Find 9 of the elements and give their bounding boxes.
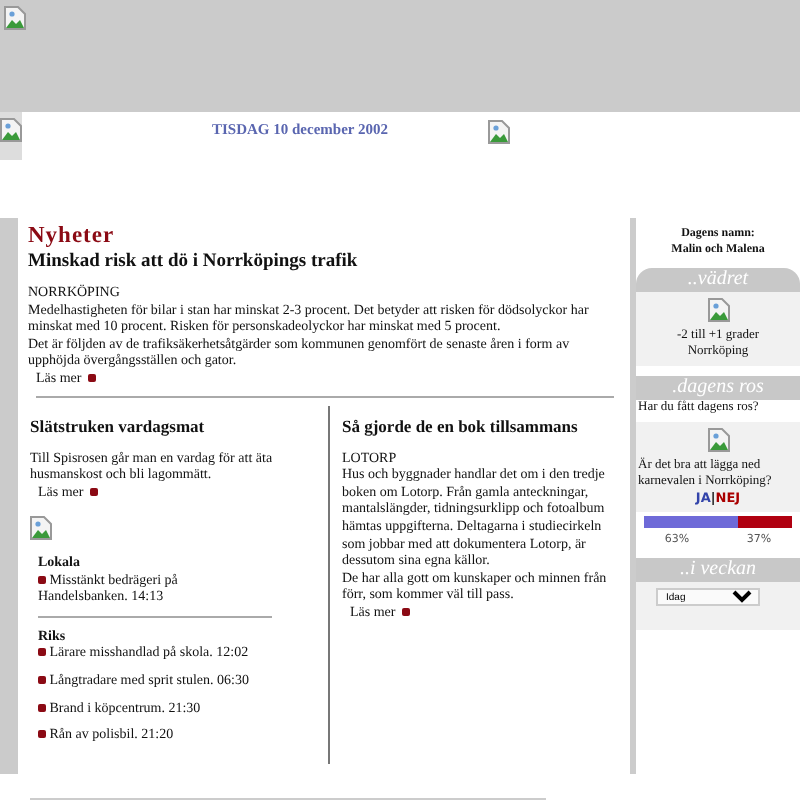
broken-image-icon xyxy=(488,120,510,144)
headline[interactable]: Minskad risk att dö i Norrköpings trafik xyxy=(28,250,622,274)
section-title: Nyheter xyxy=(28,224,117,250)
broken-image-icon xyxy=(707,428,729,452)
headline[interactable]: Slätstruken vardagsmat xyxy=(30,413,312,438)
broken-image-icon xyxy=(4,6,26,30)
headline[interactable]: Så gjorde de en bok tillsammans xyxy=(342,413,614,438)
broken-image-icon xyxy=(30,516,52,541)
broken-image-icon xyxy=(707,298,729,322)
